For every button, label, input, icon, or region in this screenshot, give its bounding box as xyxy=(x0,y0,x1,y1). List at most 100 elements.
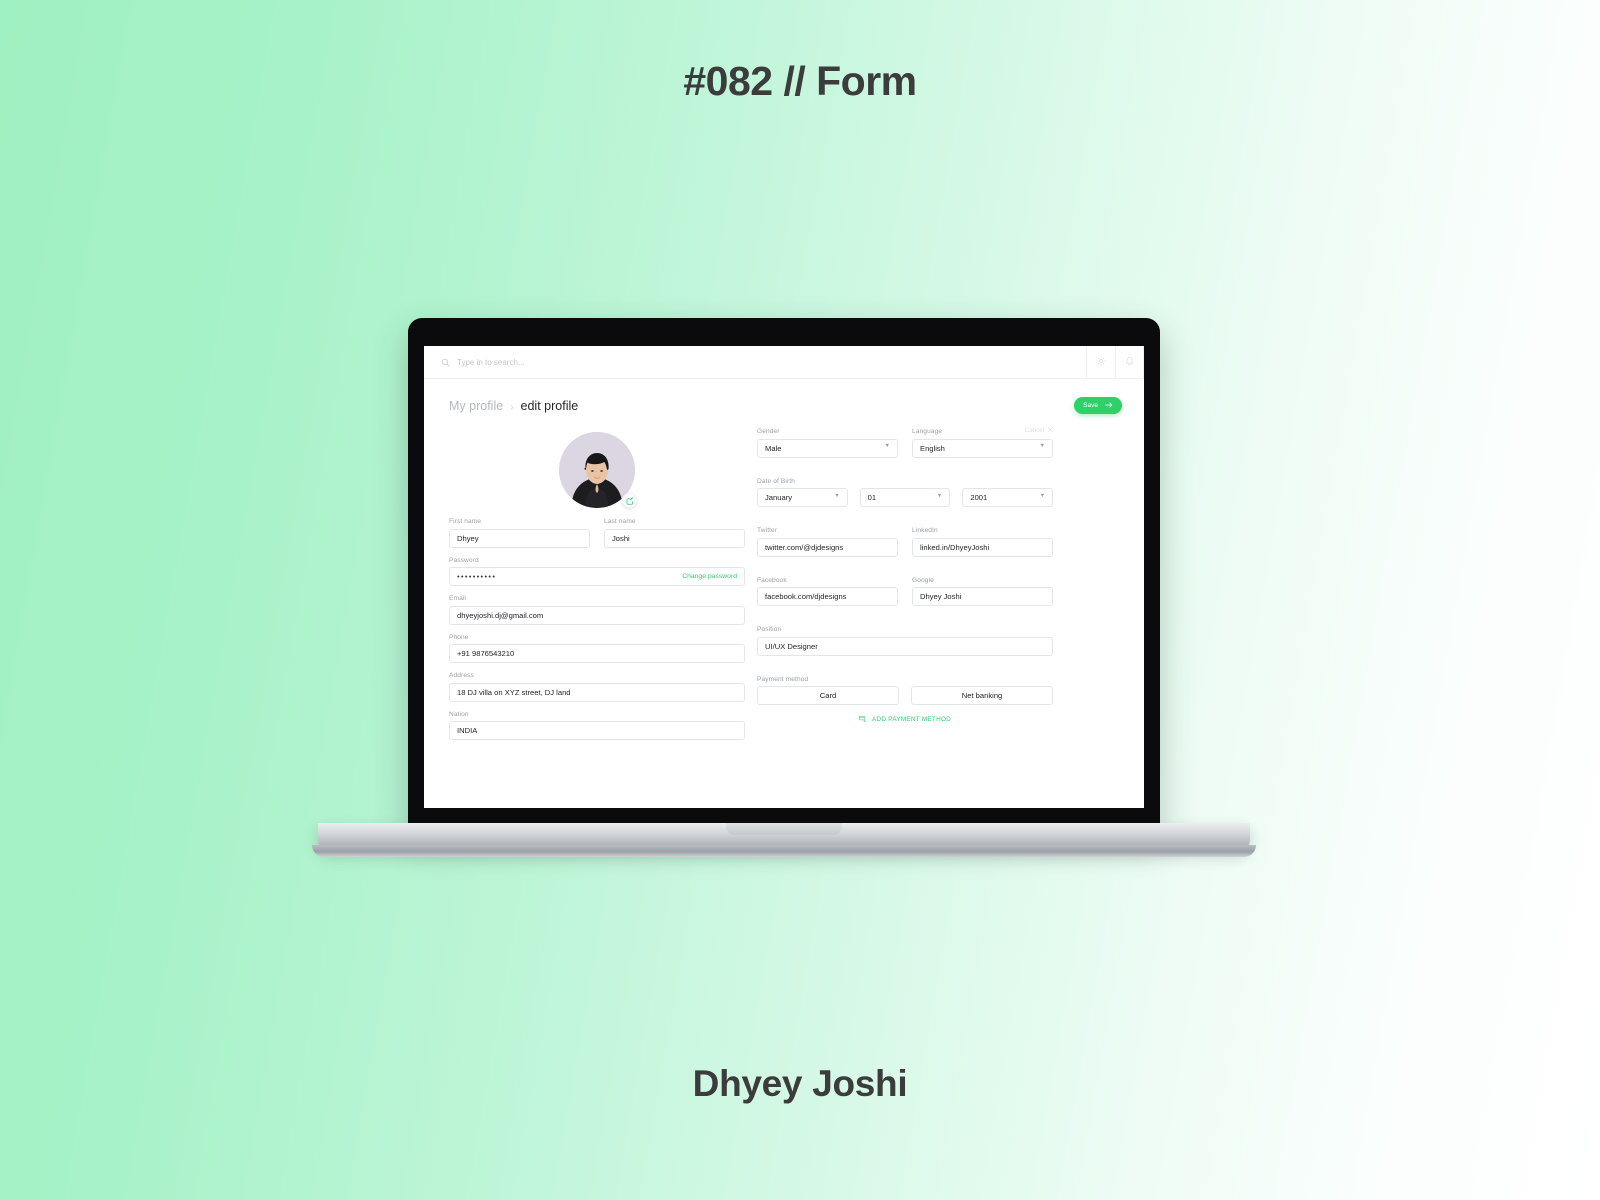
dob-day-select[interactable]: 01 ▼ xyxy=(859,488,951,507)
search-icon xyxy=(441,358,450,367)
phone-input[interactable]: +91 9876543210 xyxy=(449,644,745,663)
google-label: Google xyxy=(912,576,934,584)
arrow-right-icon xyxy=(1105,402,1113,410)
change-password-link[interactable]: Change password xyxy=(682,573,737,580)
avatar-block xyxy=(449,428,745,518)
dob-month-value: January xyxy=(765,493,793,502)
name-row: First name Dhyey Last name Joshi xyxy=(449,518,745,557)
field-position: Position UI/UX Designer xyxy=(757,626,1053,656)
bell-icon xyxy=(1125,353,1134,371)
password-label: Password xyxy=(449,556,479,564)
field-google: Google Dhyey Joshi xyxy=(912,576,1053,606)
breadcrumb-row: My profile › edit profile Save xyxy=(424,379,1144,414)
social-row-2: Facebook facebook.com/djdesigns Google D… xyxy=(757,577,1053,616)
social-row-1: Twitter twitter.com/@djdesigns LinkedIn … xyxy=(757,527,1053,566)
position-input[interactable]: UI/UX Designer xyxy=(757,636,1053,656)
field-email: Email dhyeyjoshi.dj@gmail.com xyxy=(449,595,745,625)
avatar-edit-button[interactable] xyxy=(622,493,637,508)
chevron-down-icon: ▼ xyxy=(1039,492,1046,499)
gear-icon xyxy=(1096,353,1106,371)
breadcrumb: My profile › edit profile xyxy=(449,399,578,413)
field-date-of-birth: Date of Birth January ▼ 01 ▼ 2001 ▼ xyxy=(757,477,1054,507)
last-name-input[interactable]: Joshi xyxy=(604,528,745,548)
nation-input[interactable]: INDIA xyxy=(449,721,745,740)
phone-label: Phone xyxy=(449,633,469,641)
add-payment-method-button[interactable]: ADD PAYMENT METHOD xyxy=(757,715,1053,724)
payment-method-label: Payment method xyxy=(757,675,809,683)
search-input[interactable] xyxy=(457,357,677,367)
chevron-down-icon: ▼ xyxy=(884,443,890,450)
close-icon xyxy=(1048,427,1053,434)
form-column-right: Cancel Gender Male ▼ Language English ▼ … xyxy=(757,427,1054,749)
facebook-label: Facebook xyxy=(757,576,787,584)
field-first-name: First name Dhyey xyxy=(449,518,590,548)
twitter-input[interactable]: twitter.com/@djdesigns xyxy=(757,537,898,557)
dob-year-select[interactable]: 2001 ▼ xyxy=(962,488,1054,507)
password-input[interactable]: •••••••••• Change password xyxy=(449,567,745,586)
dob-month-select[interactable]: January ▼ xyxy=(757,488,848,507)
dob-year-value: 2001 xyxy=(970,493,988,502)
address-input[interactable]: 18 DJ villa on XYZ street, DJ land xyxy=(449,682,745,702)
cancel-label: Cancel xyxy=(1024,427,1044,434)
field-payment-method: Payment method Card Net banking ADD PAYM… xyxy=(757,676,1053,725)
dob-label: Date of Birth xyxy=(757,477,795,485)
password-value: •••••••••• xyxy=(457,572,497,581)
gender-select[interactable]: Male ▼ xyxy=(757,438,898,458)
field-linkedin: LinkedIn linked.in/DhyeyJoshi xyxy=(912,527,1053,557)
position-label: Position xyxy=(757,626,782,633)
chevron-down-icon: ▼ xyxy=(936,492,943,499)
payment-option-net-banking[interactable]: Net banking xyxy=(911,686,1053,705)
first-name-label: First name xyxy=(449,518,482,525)
linkedin-label: LinkedIn xyxy=(912,527,938,534)
breadcrumb-parent[interactable]: My profile xyxy=(449,399,503,413)
profile-form: First name Dhyey Last name Joshi Passwor… xyxy=(424,414,1144,749)
gender-language-row: Gender Male ▼ Language English ▼ xyxy=(757,428,1053,467)
topbar-actions xyxy=(1086,346,1144,379)
field-twitter: Twitter twitter.com/@djdesigns xyxy=(757,527,898,557)
field-gender: Gender Male ▼ xyxy=(757,428,898,458)
facebook-input[interactable]: facebook.com/djdesigns xyxy=(757,587,898,606)
dob-day-value: 01 xyxy=(867,493,877,502)
dob-row: January ▼ 01 ▼ 2001 ▼ xyxy=(757,488,1054,507)
form-column-left: First name Dhyey Last name Joshi Passwor… xyxy=(449,428,745,749)
author-name: Dhyey Joshi xyxy=(692,1063,908,1104)
search-bar[interactable] xyxy=(441,357,1086,367)
field-last-name: Last name Joshi xyxy=(604,518,745,548)
page-title: #082 // Form xyxy=(683,58,917,104)
save-button-label: Save xyxy=(1083,402,1098,409)
breadcrumb-current: edit profile xyxy=(520,398,579,413)
cancel-button[interactable]: Cancel xyxy=(1025,427,1053,434)
gender-label: Gender xyxy=(757,428,780,435)
settings-button[interactable] xyxy=(1086,346,1115,379)
save-button[interactable]: Save xyxy=(1074,397,1122,414)
avatar[interactable] xyxy=(559,432,637,508)
field-password: Password •••••••••• Change password xyxy=(449,556,745,586)
email-input[interactable]: dhyeyjoshi.dj@gmail.com xyxy=(449,605,745,625)
laptop-mockup: My profile › edit profile Save xyxy=(312,318,1256,863)
language-select[interactable]: English ▼ xyxy=(912,438,1053,458)
field-address: Address 18 DJ villa on XYZ street, DJ la… xyxy=(449,672,745,702)
address-label: Address xyxy=(449,672,474,679)
first-name-input[interactable]: Dhyey xyxy=(449,528,590,548)
email-label: Email xyxy=(449,595,466,602)
laptop-foot xyxy=(312,845,1256,857)
chevron-right-icon: › xyxy=(510,401,514,413)
app-topbar xyxy=(424,346,1144,379)
notifications-button[interactable] xyxy=(1115,346,1144,379)
add-payment-method-label: ADD PAYMENT METHOD xyxy=(871,716,952,723)
payment-option-card[interactable]: Card xyxy=(757,686,899,705)
app-screen: My profile › edit profile Save xyxy=(424,346,1144,808)
edit-pencil-icon xyxy=(626,492,634,510)
field-nation: Nation INDIA xyxy=(449,710,745,740)
chevron-down-icon: ▼ xyxy=(1039,443,1045,450)
payment-method-options: Card Net banking xyxy=(757,686,1053,705)
linkedin-input[interactable]: linked.in/DhyeyJoshi xyxy=(912,537,1053,557)
gender-value: Male xyxy=(765,443,782,453)
nation-label: Nation xyxy=(449,710,469,718)
google-input[interactable]: Dhyey Joshi xyxy=(912,587,1053,606)
last-name-label: Last name xyxy=(604,518,636,525)
